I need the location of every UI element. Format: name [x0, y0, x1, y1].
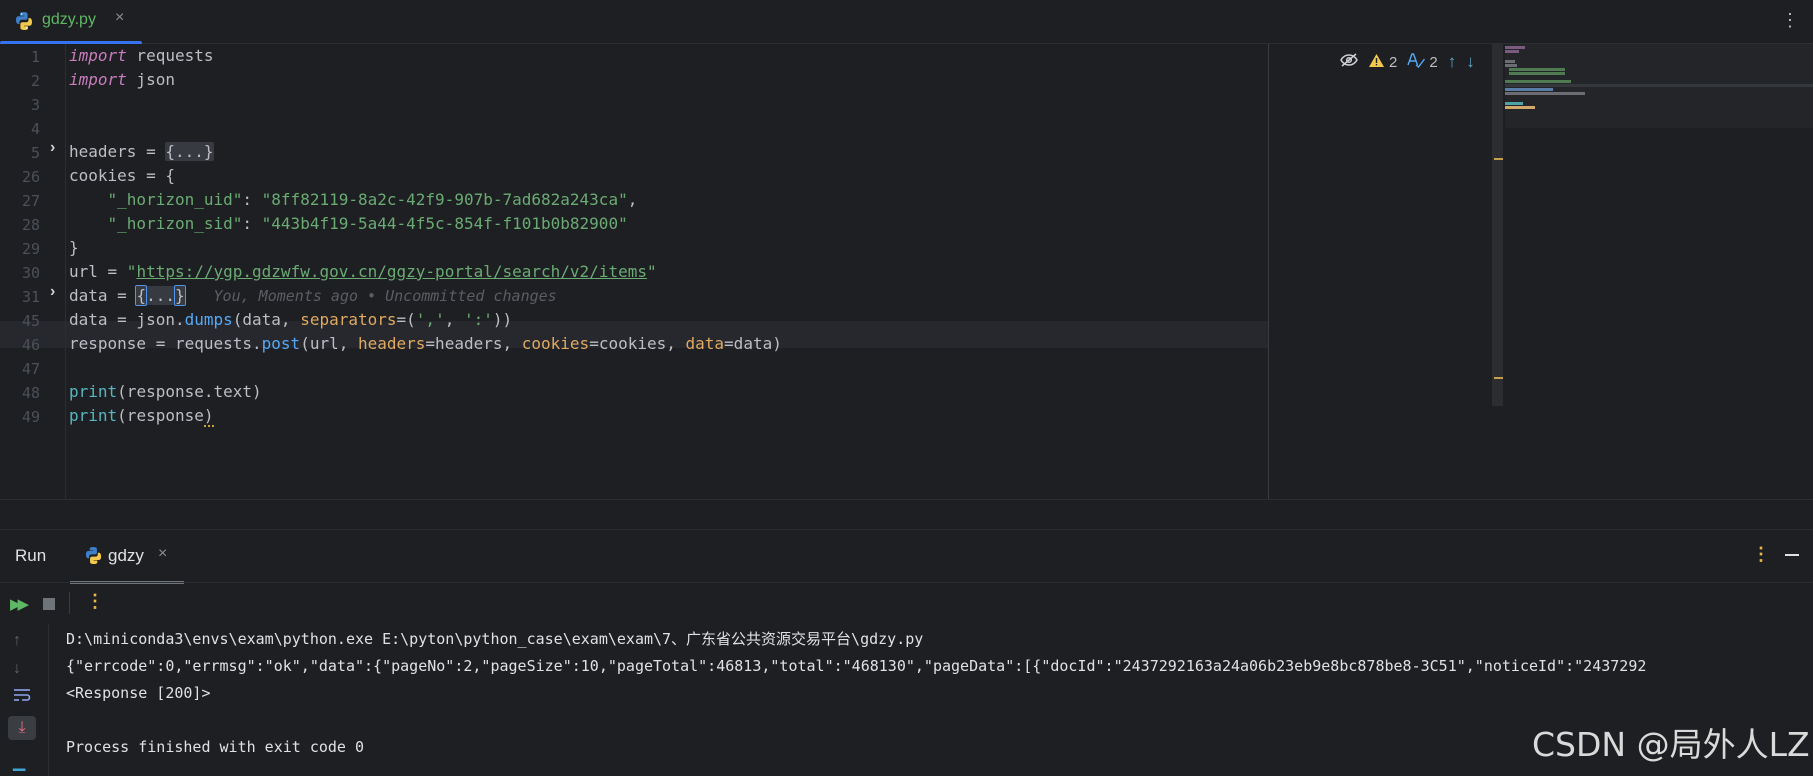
scroll-to-end-icon[interactable]: ⤓ — [8, 716, 36, 740]
minimap-line — [1505, 106, 1535, 109]
console-line: {"errcode":0,"errmsg":"ok","data":{"page… — [66, 657, 1647, 675]
fold-arrow-icon[interactable]: › — [50, 139, 55, 157]
line-number: 2 — [30, 72, 40, 90]
typo-squiggle: ) — [203, 406, 214, 427]
console-line: Process finished with exit code 0 — [66, 738, 365, 756]
minimap-line — [1509, 68, 1565, 71]
line-number: 49 — [21, 408, 40, 426]
line-number-gutter: 1 2 3 4 5 26 27 28 29 30 31 45 46 47 48 … — [0, 44, 66, 499]
code-line-2: import json — [69, 70, 175, 89]
line-number: 46 — [21, 336, 40, 354]
reader-mode-icon[interactable] — [1340, 53, 1358, 71]
inspection-widget[interactable]: 2 2 ↑ ↓ — [1340, 51, 1475, 73]
console-line: <Response [200]> — [66, 684, 211, 702]
prev-highlight-icon[interactable]: ↑ — [1448, 52, 1457, 72]
line-number: 26 — [21, 168, 40, 186]
line-number: 1 — [30, 48, 40, 66]
next-highlight-icon[interactable]: ↓ — [1466, 52, 1475, 72]
code-line-28: "_horizon_sid": "443b4f19-5a44-4f5c-854f… — [107, 214, 628, 233]
folded-region[interactable]: {...} — [135, 285, 186, 306]
typo-count: 2 — [1429, 53, 1438, 71]
toolbar-separator — [69, 592, 70, 614]
line-number: 48 — [21, 384, 40, 402]
editor-tab-gdzy[interactable]: gdzy.py × — [0, 0, 142, 45]
code-line-1: import requests — [69, 46, 214, 65]
code-line-27: "_horizon_uid": "8ff82119-8a2c-42f9-907b… — [107, 190, 638, 209]
more-vertical-icon[interactable]: ⋮ — [1752, 544, 1770, 565]
code-line-46: response = requests.post(url, headers=he… — [69, 334, 782, 353]
right-margin-guide — [1268, 44, 1269, 499]
code-line-30: url = "https://ygp.gdzwfw.gov.cn/ggzy-po… — [69, 262, 657, 281]
editor-tab-label: gdzy.py — [42, 11, 96, 28]
minimap-line — [1505, 80, 1571, 83]
csdn-watermark: CSDN @局外人LZ — [1532, 725, 1810, 764]
code-line-5: headers = {...} — [69, 142, 214, 161]
editor-bottom-border — [0, 499, 1813, 500]
minimap-line — [1505, 64, 1517, 67]
run-panel-header: Run gdzy × ⋮ — [0, 530, 1813, 584]
code-line-45: data = json.dumps(data, separators=(',',… — [69, 310, 513, 329]
code-line-48: print(response.text) — [69, 382, 262, 401]
code-line-26: cookies = { — [69, 166, 175, 185]
code-minimap[interactable] — [1505, 44, 1813, 128]
typos-indicator[interactable]: 2 — [1407, 52, 1438, 72]
rerun-icon[interactable]: ▶▶ — [10, 595, 29, 613]
python-file-icon — [84, 546, 103, 570]
git-blame-inlay: You, Moments ago • Uncommitted changes — [213, 287, 557, 305]
line-number: 4 — [30, 120, 40, 138]
code-editor[interactable]: 1 2 3 4 5 26 27 28 29 30 31 45 46 47 48 … — [0, 44, 1813, 499]
warning-count: 2 — [1389, 53, 1398, 71]
code-line-29: } — [69, 238, 79, 257]
line-number: 5 — [30, 144, 40, 162]
close-icon[interactable]: × — [115, 9, 124, 27]
line-number: 30 — [21, 264, 40, 282]
stop-icon[interactable] — [43, 598, 55, 610]
editor-tab-bar: gdzy.py × ⋮ — [0, 0, 1813, 45]
typo-icon — [1407, 52, 1426, 72]
code-line-49: print(response) — [69, 406, 214, 427]
run-toolbar: ▶▶ ⋮ — [0, 582, 1813, 624]
more-vertical-icon[interactable]: ⋮ — [86, 591, 104, 612]
line-number: 28 — [21, 216, 40, 234]
print-icon[interactable]: ▁ — [13, 752, 25, 772]
run-panel-title: Run — [15, 546, 47, 565]
code-line-31: data = {...} You, Moments ago • Uncommit… — [69, 285, 557, 306]
line-number: 47 — [21, 360, 40, 378]
line-number: 27 — [21, 192, 40, 210]
minimap-line — [1505, 92, 1585, 95]
close-icon[interactable]: × — [158, 545, 167, 563]
line-number: 29 — [21, 240, 40, 258]
console-line: D:\miniconda3\envs\exam\python.exe E:\py… — [66, 630, 924, 648]
scrollbar-warning-marker[interactable] — [1494, 377, 1503, 379]
console-side-toolbar: ↑ ↓ ⤓ ▁ — [0, 624, 49, 776]
scrollbar-warning-marker[interactable] — [1494, 158, 1503, 160]
scroll-down-icon[interactable]: ↓ — [13, 660, 21, 678]
soft-wrap-icon[interactable] — [13, 688, 31, 707]
minimap-line — [1505, 84, 1813, 87]
minimap-line — [1505, 60, 1515, 63]
scroll-up-icon[interactable]: ↑ — [13, 632, 21, 650]
gutter-divider — [65, 44, 66, 499]
minimap-line — [1509, 72, 1565, 75]
minimap-line — [1505, 102, 1523, 105]
minimap-line — [1505, 46, 1525, 49]
line-number: 3 — [30, 96, 40, 114]
run-tab-label: gdzy — [108, 546, 144, 565]
minimize-icon[interactable] — [1785, 554, 1799, 556]
folded-region[interactable]: {...} — [165, 142, 214, 161]
warning-icon — [1368, 53, 1385, 72]
editor-scrollbar[interactable] — [1492, 44, 1503, 406]
fold-arrow-icon[interactable]: › — [50, 283, 55, 301]
run-tab-gdzy[interactable]: gdzy × — [70, 530, 184, 584]
minimap-line — [1505, 88, 1553, 91]
line-number: 45 — [21, 312, 40, 330]
python-file-icon — [14, 11, 34, 36]
more-vertical-icon[interactable]: ⋮ — [1781, 10, 1799, 31]
url-link[interactable]: https://ygp.gdzwfw.gov.cn/ggzy-portal/se… — [136, 262, 647, 281]
minimap-line — [1505, 50, 1519, 53]
line-number: 31 — [21, 288, 40, 306]
warnings-indicator[interactable]: 2 — [1368, 53, 1397, 72]
